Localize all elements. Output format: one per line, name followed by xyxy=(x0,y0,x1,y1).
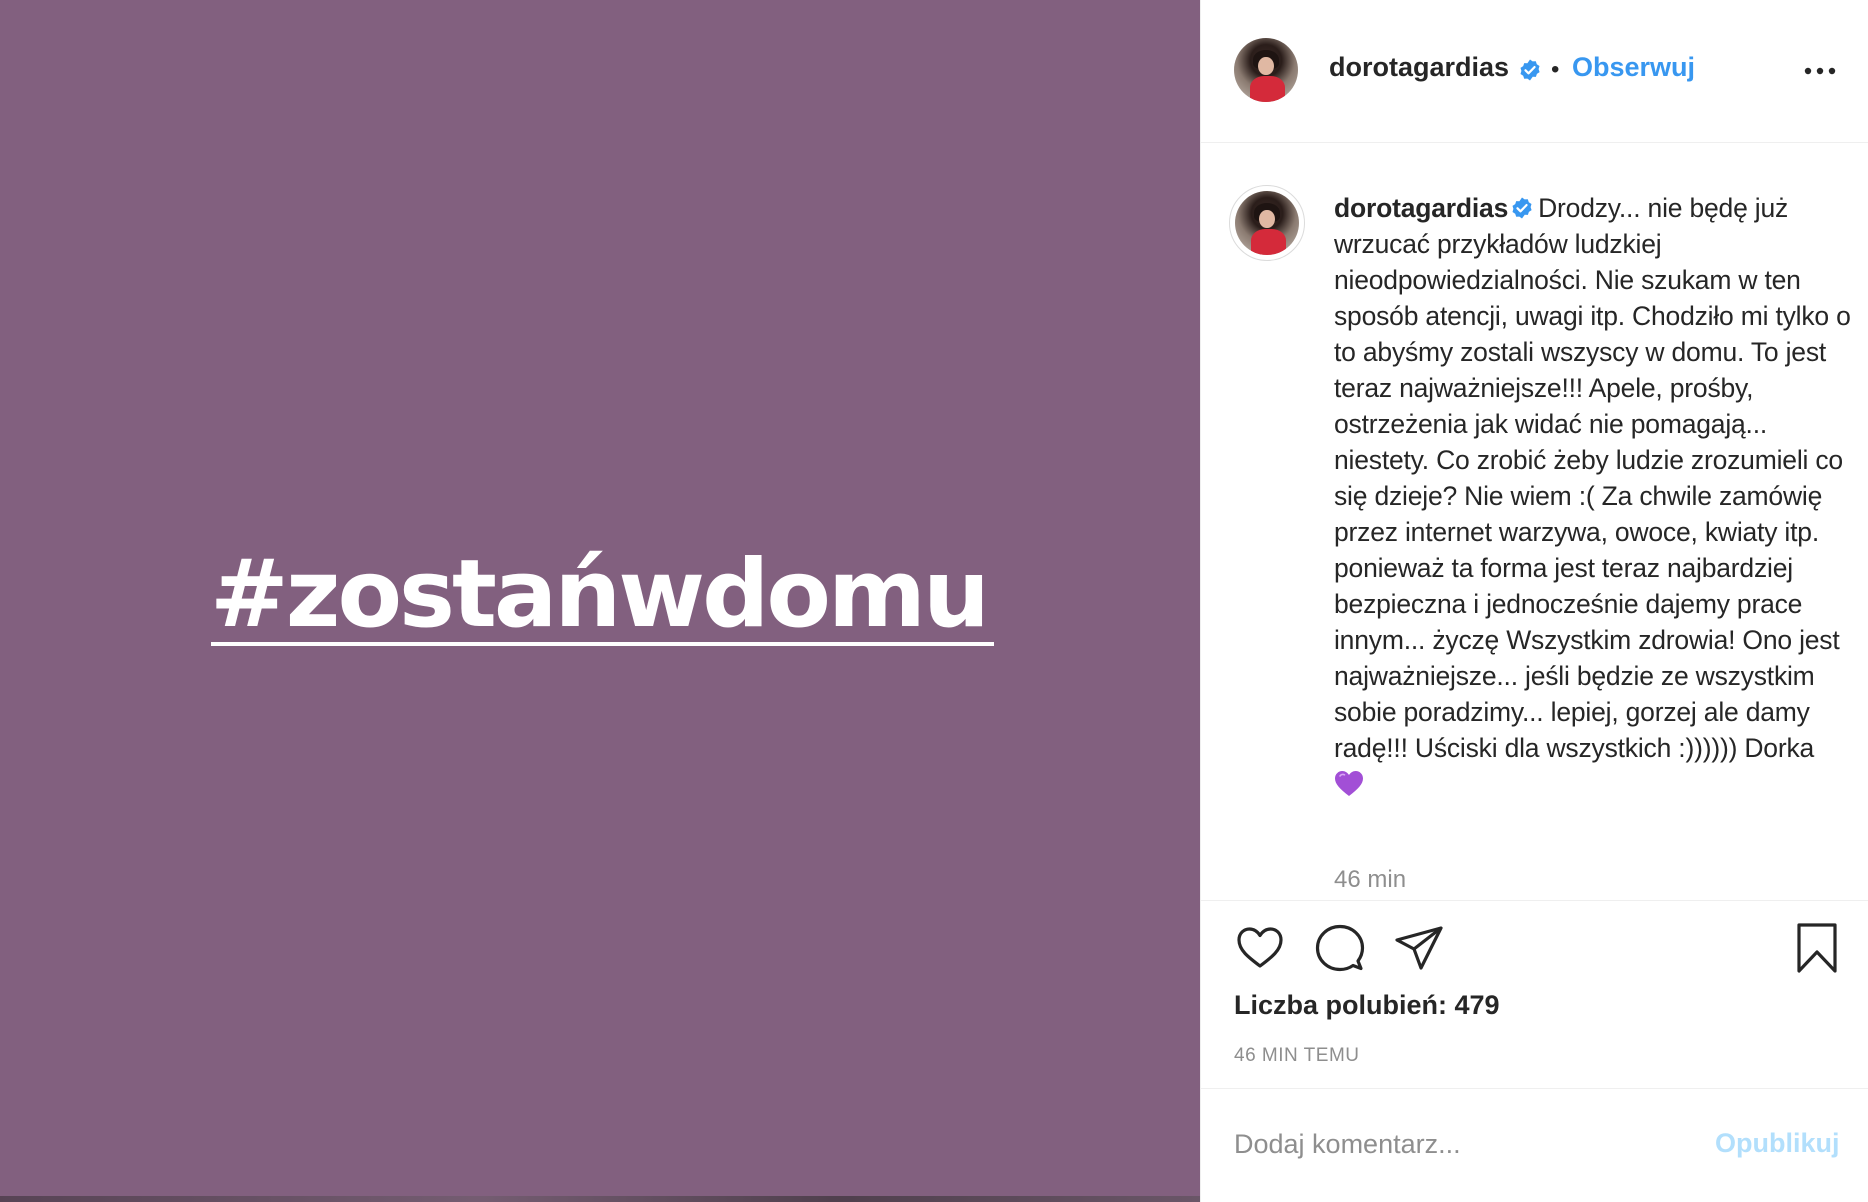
more-options-icon[interactable] xyxy=(1799,56,1841,86)
heart-icon[interactable] xyxy=(1234,922,1286,974)
comment-icon[interactable] xyxy=(1314,922,1366,974)
header-username[interactable]: dorotagardias xyxy=(1329,52,1509,83)
avatar-dress xyxy=(1250,76,1286,102)
avatar-face xyxy=(1258,57,1274,76)
post-sidebar: dorotagardias • Obserwuj dorotagardias D… xyxy=(1200,0,1868,1202)
post-image[interactable]: #zostańwdomu xyxy=(0,0,1200,1202)
bookmark-icon[interactable] xyxy=(1791,922,1843,974)
publish-button[interactable]: Opublikuj xyxy=(1715,1128,1840,1159)
caption-avatar[interactable] xyxy=(1235,191,1299,255)
comment-input[interactable] xyxy=(1234,1124,1674,1164)
header-separator: • xyxy=(1551,56,1560,83)
follow-button[interactable]: Obserwuj xyxy=(1572,52,1695,83)
instagram-post: #zostańwdomu dorotagardias • Obserwuj do… xyxy=(0,0,1868,1202)
purple-heart-icon xyxy=(1335,771,1363,796)
caption-username[interactable]: dorotagardias xyxy=(1334,193,1508,223)
divider xyxy=(1201,900,1868,901)
likes-count[interactable]: Liczba polubień: 479 xyxy=(1234,990,1500,1021)
caption-text: Drodzy... nie będę już wrzucać przykładó… xyxy=(1334,193,1851,763)
verified-badge-icon xyxy=(1520,59,1540,81)
avatar[interactable] xyxy=(1234,38,1298,102)
avatar-dress xyxy=(1251,229,1287,255)
caption-time[interactable]: 46 min xyxy=(1334,866,1406,894)
share-icon[interactable] xyxy=(1393,922,1445,974)
media-bottom-strip xyxy=(0,1196,1200,1202)
post-caption: dorotagardias Drodzy... nie będę już wrz… xyxy=(1334,190,1854,798)
post-timestamp[interactable]: 46 MIN TEMU xyxy=(1234,1045,1360,1067)
avatar-face xyxy=(1259,210,1275,229)
hashtag-text: #zostańwdomu xyxy=(210,540,990,649)
post-header: dorotagardias • Obserwuj xyxy=(1201,0,1868,143)
divider xyxy=(1201,1088,1868,1089)
verified-badge-icon xyxy=(1512,197,1532,219)
hashtag-underline xyxy=(211,642,994,646)
